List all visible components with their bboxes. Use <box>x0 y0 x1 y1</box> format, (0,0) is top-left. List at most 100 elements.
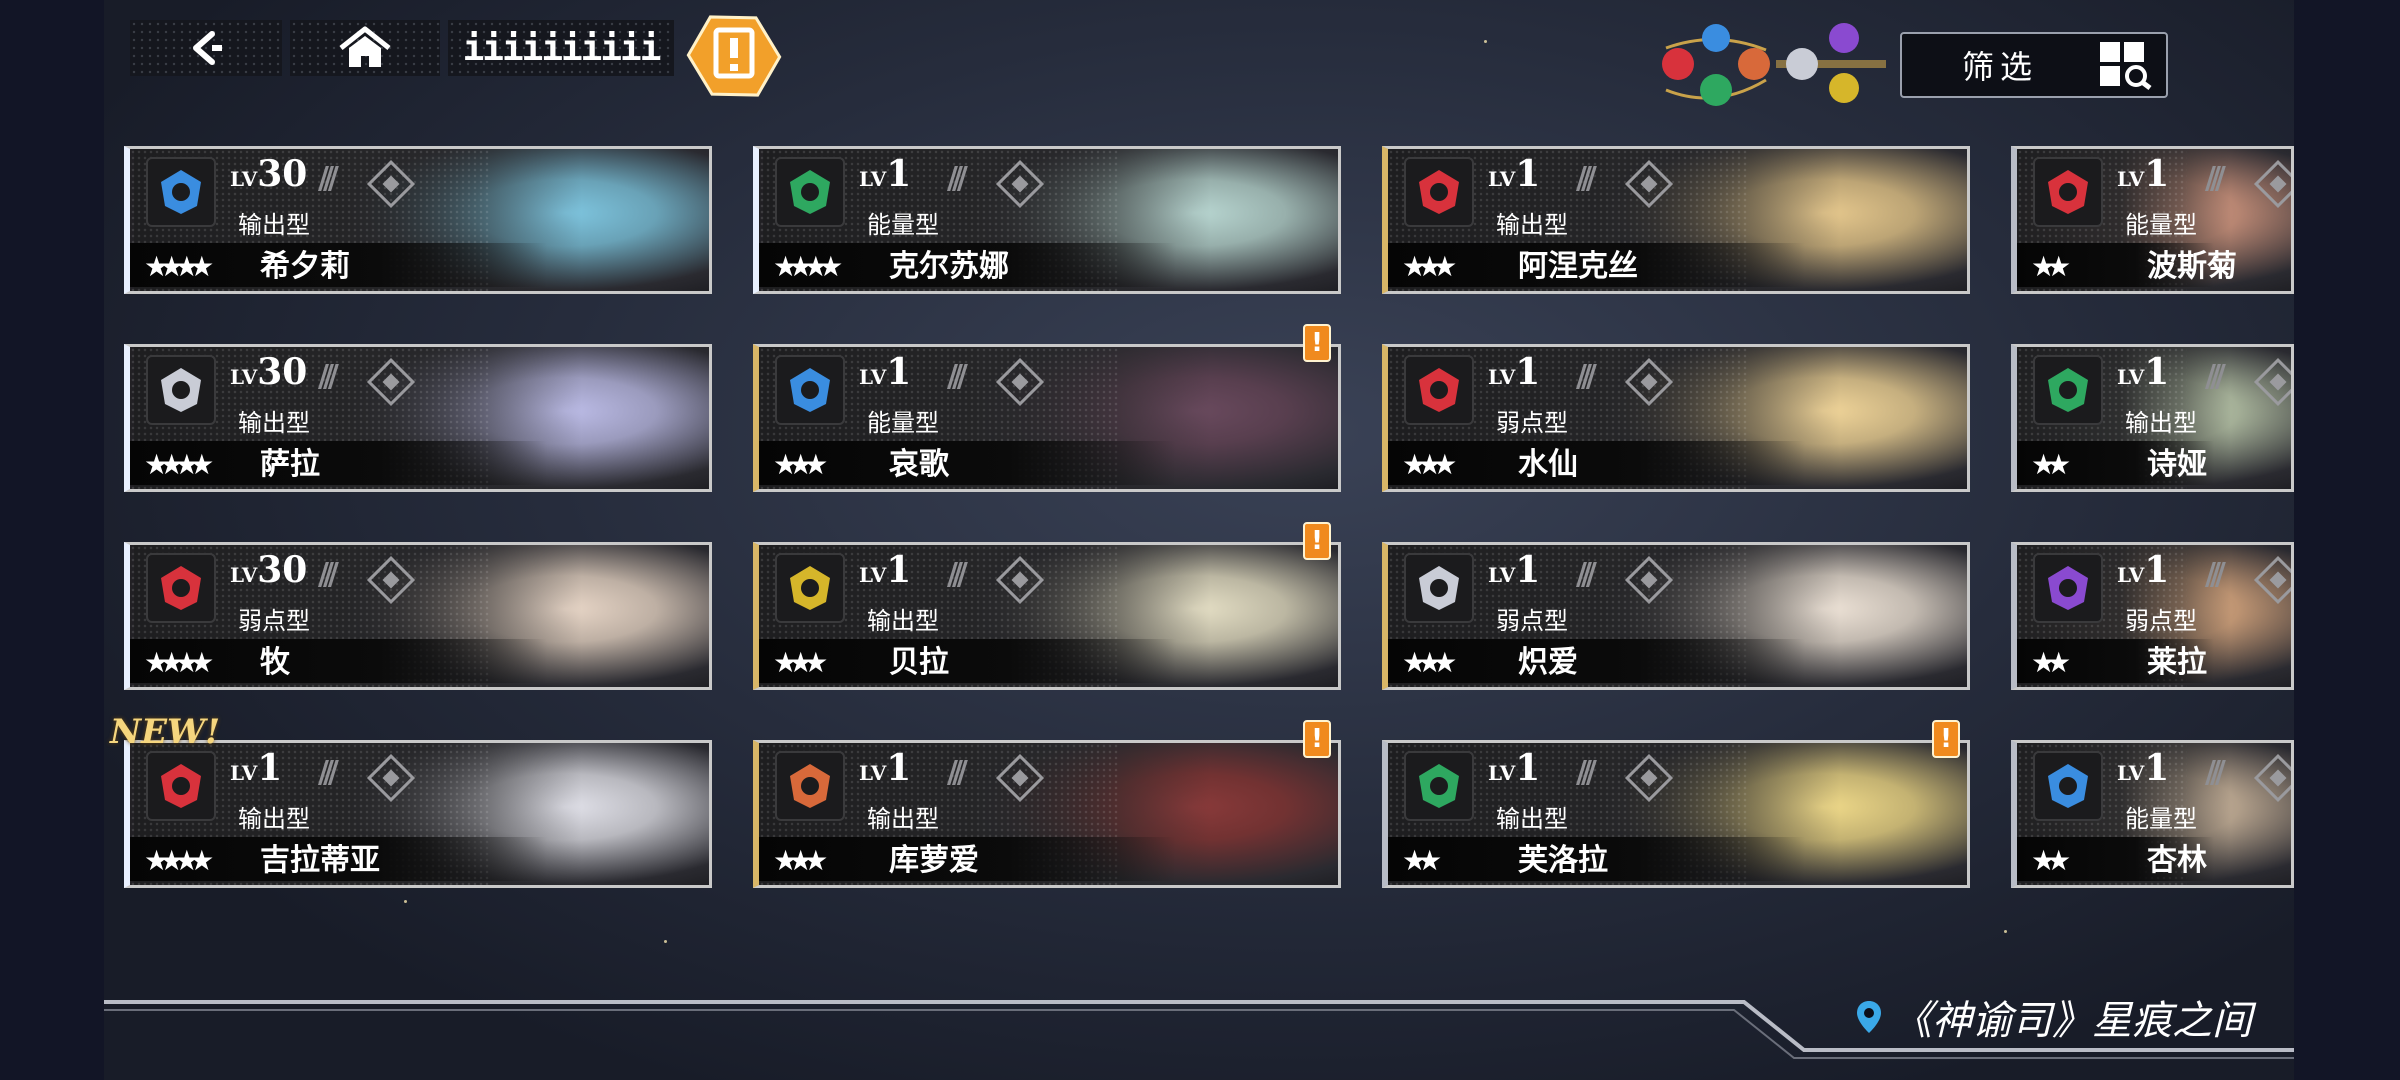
location-text: 《神谕司》星痕之间 <box>1892 998 2252 1044</box>
character-card[interactable]: LV1 /// 能量型 ★★ 波斯菊 <box>2011 146 2294 294</box>
fire-element-icon <box>1404 355 1474 425</box>
role-label: 输出型 <box>238 409 310 437</box>
exclamation-hexagon-icon[interactable] <box>686 8 782 104</box>
character-card[interactable]: LV1 /// 能量型 ★★★ 哀歌 <box>753 344 1341 492</box>
earth-element-icon <box>775 751 845 821</box>
character-name: 莱拉 <box>2147 645 2207 680</box>
slash-decoration: /// <box>2205 359 2226 394</box>
character-card[interactable]: LV1 /// 输出型 ★★ 芙洛拉 <box>1382 740 1970 888</box>
nature-element-icon <box>775 157 845 227</box>
name-bar <box>759 441 1176 485</box>
character-name: 水仙 <box>1518 447 1578 482</box>
character-name: 杏林 <box>2147 843 2207 878</box>
role-label: 弱点型 <box>2125 607 2197 635</box>
character-card[interactable]: LV1 /// 输出型 ★★★ 贝拉 <box>753 542 1341 690</box>
alert-badge-icon: ! <box>1303 720 1331 758</box>
new-badge: NEW! <box>110 712 221 752</box>
character-name: 阿涅克丝 <box>1518 249 1638 284</box>
name-bar <box>759 639 1176 683</box>
level-label: LV1 <box>1488 153 1541 195</box>
character-card[interactable]: LV1 /// 输出型 ★★★ 库萝爱 <box>753 740 1341 888</box>
character-card[interactable]: LV30 /// 输出型 ★★★★ 希夕莉 <box>124 146 712 294</box>
level-value: 1 <box>2144 747 2170 789</box>
character-card[interactable]: LV1 /// 输出型 ★★★ 阿涅克丝 <box>1382 146 1970 294</box>
level-value: 1 <box>886 351 912 393</box>
rarity-stars: ★★★★ <box>144 250 214 283</box>
role-label: 能量型 <box>2125 211 2197 239</box>
slash-decoration: /// <box>318 161 339 196</box>
role-label: 能量型 <box>867 211 939 239</box>
name-bar <box>1388 441 1805 485</box>
alert-badge-icon: ! <box>1303 324 1331 362</box>
location-label: 《神谕司》星痕之间 <box>1856 988 2252 1046</box>
fire-element-icon[interactable] <box>1662 48 1694 80</box>
element-filter-wheel[interactable] <box>1626 20 1896 110</box>
character-card[interactable]: LV1 /// 弱点型 ★★ 莱拉 <box>2011 542 2294 690</box>
character-name: 库萝爱 <box>889 843 979 878</box>
slash-decoration: /// <box>947 557 968 592</box>
character-card[interactable]: LV1 /// 弱点型 ★★★ 炽爱 <box>1382 542 1970 690</box>
map-pin-icon <box>1857 1001 1881 1033</box>
character-card[interactable]: LV30 /// 输出型 ★★★★ 萨拉 <box>124 344 712 492</box>
level-label: LV1 <box>1488 549 1541 591</box>
level-value: 1 <box>1515 747 1541 789</box>
slash-decoration: /// <box>947 755 968 790</box>
slash-decoration: /// <box>2205 161 2226 196</box>
light-element-icon <box>1404 553 1474 623</box>
role-label: 输出型 <box>867 805 939 833</box>
player-id: iiiiiiiiii <box>462 27 662 69</box>
slash-decoration: /// <box>318 755 339 790</box>
right-frame <box>2294 0 2400 1080</box>
light-element-icon[interactable] <box>1786 48 1818 80</box>
dark-element-icon[interactable] <box>1829 23 1859 53</box>
level-label: LV1 <box>859 153 912 195</box>
back-button[interactable] <box>130 20 282 76</box>
rarity-stars: ★★★ <box>773 448 828 481</box>
rarity-stars: ★★★★ <box>144 844 214 877</box>
level-label: LV1 <box>859 747 912 789</box>
rarity-stars: ★★★★ <box>144 448 214 481</box>
character-card[interactable]: LV1 /// 能量型 ★★★★ 克尔苏娜 <box>753 146 1341 294</box>
light-element-icon <box>146 355 216 425</box>
level-value: 1 <box>1515 351 1541 393</box>
player-id-plate: iiiiiiiiii <box>448 20 674 76</box>
character-name: 波斯菊 <box>2147 249 2237 284</box>
slash-decoration: /// <box>1576 359 1597 394</box>
earth-element-icon[interactable] <box>1738 48 1770 80</box>
level-label: LV1 <box>859 549 912 591</box>
slash-decoration: /// <box>947 161 968 196</box>
character-name: 诗娅 <box>2147 447 2207 482</box>
slash-decoration: /// <box>318 359 339 394</box>
level-label: LV1 <box>2117 549 2170 591</box>
home-button[interactable] <box>290 20 440 76</box>
fire-element-icon <box>146 751 216 821</box>
level-value: 30 <box>257 351 308 393</box>
water-element-icon[interactable] <box>1702 24 1730 52</box>
filter-button[interactable]: 筛选 <box>1900 32 2168 98</box>
filter-label: 筛选 <box>1962 48 2039 86</box>
character-card[interactable]: LV1 /// 输出型 ★★ 诗娅 <box>2011 344 2294 492</box>
level-label: LV30 <box>230 351 308 393</box>
background-star <box>404 900 407 903</box>
character-card[interactable]: LV1 /// 能量型 ★★ 杏林 <box>2011 740 2294 888</box>
nature-element-icon[interactable] <box>1700 74 1732 106</box>
holy-element-icon[interactable] <box>1829 73 1859 103</box>
level-value: 1 <box>257 747 283 789</box>
slash-decoration: /// <box>318 557 339 592</box>
name-bar <box>1388 639 1805 683</box>
character-card[interactable]: LV1 /// 弱点型 ★★★ 水仙 <box>1382 344 1970 492</box>
level-label: LV1 <box>2117 153 2170 195</box>
slash-decoration: /// <box>2205 755 2226 790</box>
rarity-stars: ★★ <box>2031 250 2071 283</box>
level-label: LV1 <box>2117 351 2170 393</box>
character-name: 炽爱 <box>1518 645 1578 680</box>
fire-element-icon <box>2033 157 2103 227</box>
alert-badge-icon: ! <box>1932 720 1960 758</box>
character-card[interactable]: LV1 /// 输出型 ★★★★ 吉拉蒂亚 <box>124 740 712 888</box>
slash-decoration: /// <box>1576 161 1597 196</box>
role-label: 输出型 <box>238 805 310 833</box>
character-name: 芙洛拉 <box>1518 843 1608 878</box>
character-name: 希夕莉 <box>260 249 350 284</box>
slash-decoration: /// <box>1576 557 1597 592</box>
character-card[interactable]: LV30 /// 弱点型 ★★★★ 牧 <box>124 542 712 690</box>
